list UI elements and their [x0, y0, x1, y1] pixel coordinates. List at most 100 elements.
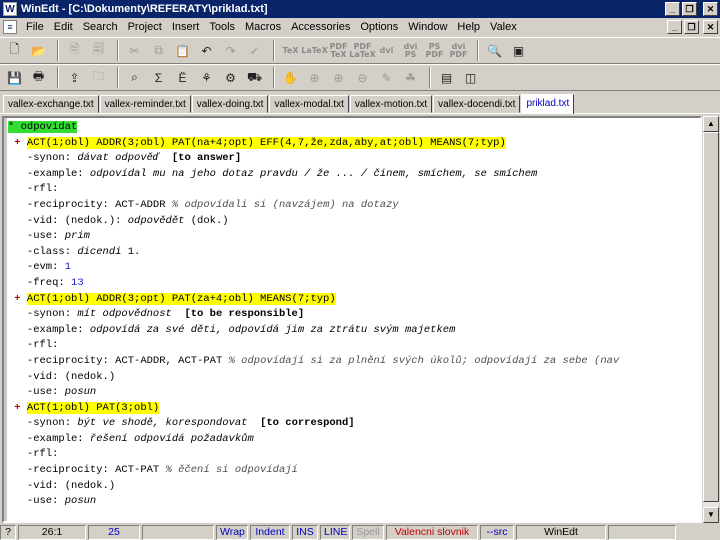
tab-vallex-motion[interactable]: vallex-motion.txt — [349, 95, 433, 113]
hand-icon[interactable]: ✋ — [280, 67, 301, 88]
window-icon[interactable]: ◫ — [460, 67, 481, 88]
scroll-thumb[interactable] — [703, 132, 719, 502]
spellcheck-icon[interactable]: ✓ — [244, 40, 265, 61]
save-all-icon[interactable]: ⇪ — [64, 67, 85, 88]
editor-line[interactable]: -vid: (nedok.) — [8, 370, 700, 386]
doc-close-icon[interactable]: ✕ — [703, 20, 718, 34]
editor-line[interactable]: -synon: dávat odpověď [to answer] — [8, 151, 700, 167]
undo-icon[interactable]: ↶ — [196, 40, 217, 61]
line-mode-toggle[interactable]: LINE — [320, 524, 350, 540]
editor-line[interactable]: -example: řešení odpovídá požadavkům — [8, 432, 700, 448]
editor-line[interactable]: -example: odpovídal mu na jeho dotaz pra… — [8, 167, 700, 183]
tab-vallex-modal[interactable]: vallex-modal.txt — [269, 95, 349, 113]
editor-line[interactable]: + ACT(1;obl) ADDR(3;opt) PAT(za+4;obl) M… — [8, 292, 700, 308]
scroll-down-icon[interactable]: ▼ — [703, 507, 719, 523]
editor-line[interactable]: -synon: být ve shodě, korespondovat [to … — [8, 416, 700, 432]
editor-line[interactable]: -rfl: — [8, 182, 700, 198]
latex-icon[interactable]: LaTeX — [301, 40, 327, 61]
bug-icon[interactable]: ☘ — [400, 67, 421, 88]
tab-vallex-exchange[interactable]: vallex-exchange.txt — [3, 95, 99, 113]
text-editor[interactable]: * odpovídat + ACT(1;obl) ADDR(3;obl) PAT… — [2, 116, 702, 523]
print-icon[interactable]: 🖶 — [28, 67, 49, 88]
ps2pdf-icon[interactable]: PS PDF — [424, 40, 445, 61]
dvips-icon[interactable]: dvi PS — [400, 40, 421, 61]
open-doc-icon[interactable]: 🗎 — [64, 40, 85, 61]
editor-line[interactable]: -example: odpovídá za své děti, odpovídá… — [8, 323, 700, 339]
restore-icon[interactable]: ❐ — [682, 2, 697, 16]
close-doc-icon[interactable]: 🗐 — [88, 40, 109, 61]
menu-valex[interactable]: Valex — [485, 21, 522, 33]
tab-vallex-reminder[interactable]: vallex-reminder.txt — [99, 95, 191, 113]
editor-line[interactable]: + ACT(1;obl) ADDR(3;obl) PAT(na+4;opt) E… — [8, 136, 700, 152]
tab-vallex-docendi[interactable]: vallex-docendi.txt — [433, 95, 521, 113]
wrap-toggle[interactable]: Wrap — [216, 524, 248, 540]
paste-icon[interactable]: 📋 — [172, 40, 193, 61]
menu-edit[interactable]: Edit — [49, 21, 78, 33]
sigma-icon[interactable]: Σ — [148, 67, 169, 88]
car-icon[interactable]: ⛟ — [244, 67, 265, 88]
doc-minimize-icon[interactable]: _ — [667, 20, 682, 34]
console-icon[interactable]: ▣ — [508, 40, 529, 61]
folder-tree-icon[interactable]: 🗀 — [88, 67, 109, 88]
macro-icon[interactable]: ⚙ — [220, 67, 241, 88]
tab-vallex-doing[interactable]: vallex-doing.txt — [191, 95, 269, 113]
terminal-icon[interactable]: ▤ — [436, 67, 457, 88]
editor-line[interactable]: -rfl: — [8, 338, 700, 354]
editor-line[interactable]: -reciprocity: ACT-ADDR % odpovídali si (… — [8, 198, 700, 214]
zoom-out-icon[interactable]: ⊖ — [352, 67, 373, 88]
editor-line[interactable]: -reciprocity: ACT-PAT % ěčení si odpovíd… — [8, 463, 700, 479]
editor-line[interactable]: -vid: (nedok.): odpovědět (dok.) — [8, 214, 700, 230]
menu-window[interactable]: Window — [403, 21, 452, 33]
scroll-up-icon[interactable]: ▲ — [703, 116, 719, 132]
editor-line[interactable]: + ACT(1;obl) PAT(3;obl) — [8, 401, 700, 417]
pdflatex-icon[interactable]: PDF LaTeX — [349, 40, 375, 61]
mode-indicator[interactable]: Valencni slovnik — [386, 524, 478, 540]
dvi-icon[interactable]: dvi — [376, 40, 397, 61]
editor-line[interactable]: -vid: (nedok.) — [8, 479, 700, 495]
menu-options[interactable]: Options — [355, 21, 403, 33]
spell-toggle[interactable]: Spell — [352, 524, 384, 540]
editor-line[interactable]: * odpovídat — [8, 120, 700, 136]
pen-icon[interactable]: ✎ — [376, 67, 397, 88]
editor-line[interactable]: -reciprocity: ACT-ADDR, ACT-PAT % odpoví… — [8, 354, 700, 370]
minimize-icon[interactable]: _ — [665, 2, 680, 16]
menu-insert[interactable]: Insert — [167, 21, 205, 33]
zoom-in-icon[interactable]: ⊕ — [328, 67, 349, 88]
title-bar[interactable]: W WinEdt - [C:\Dokumenty\REFERATY\prikla… — [0, 0, 720, 18]
umlaut-icon[interactable]: Ë — [172, 67, 193, 88]
menu-help[interactable]: Help — [452, 21, 485, 33]
vertical-scrollbar[interactable]: ▲ ▼ — [703, 116, 719, 523]
menu-file[interactable]: File — [21, 21, 49, 33]
copy-icon[interactable]: ⧉ — [148, 40, 169, 61]
editor-line[interactable]: -freq: 13 — [8, 276, 700, 292]
redo-icon[interactable]: ↷ — [220, 40, 241, 61]
doc-restore-icon[interactable]: ❐ — [684, 20, 699, 34]
editor-line[interactable]: -use: prim — [8, 229, 700, 245]
cut-icon[interactable]: ✂ — [124, 40, 145, 61]
tree-icon[interactable]: ⚘ — [196, 67, 217, 88]
document-icon[interactable]: ≡ — [3, 20, 17, 34]
preview-icon[interactable]: 🔍 — [484, 40, 505, 61]
dvipdf-icon[interactable]: dvi PDF — [448, 40, 469, 61]
src-indicator[interactable]: --src — [480, 524, 514, 540]
insert-mode-toggle[interactable]: INS — [292, 524, 318, 540]
menu-tools[interactable]: Tools — [204, 21, 240, 33]
editor-line[interactable]: -evm: 1 — [8, 260, 700, 276]
new-file-icon[interactable]: 🗋 — [4, 40, 25, 61]
zoom-icon[interactable]: ⊕ — [304, 67, 325, 88]
winedt-logo-icon[interactable]: W — [3, 2, 17, 16]
editor-line[interactable]: -use: posun — [8, 385, 700, 401]
pdftex-icon[interactable]: PDF TeX — [328, 40, 349, 61]
editor-line[interactable]: -use: posun — [8, 494, 700, 510]
menu-accessories[interactable]: Accessories — [286, 21, 355, 33]
menu-search[interactable]: Search — [78, 21, 123, 33]
editor-line[interactable]: -rfl: — [8, 447, 700, 463]
editor-line[interactable]: -class: dicendi 1. — [8, 245, 700, 261]
tab-priklad[interactable]: priklad.txt — [521, 94, 575, 114]
close-icon[interactable]: ✕ — [703, 2, 718, 16]
editor-line[interactable]: -synon: mít odpovědnost [to be responsib… — [8, 307, 700, 323]
save-icon[interactable]: 💾 — [4, 67, 25, 88]
menu-project[interactable]: Project — [123, 21, 167, 33]
open-folder-icon[interactable]: 📂 — [28, 40, 49, 61]
menu-macros[interactable]: Macros — [240, 21, 286, 33]
